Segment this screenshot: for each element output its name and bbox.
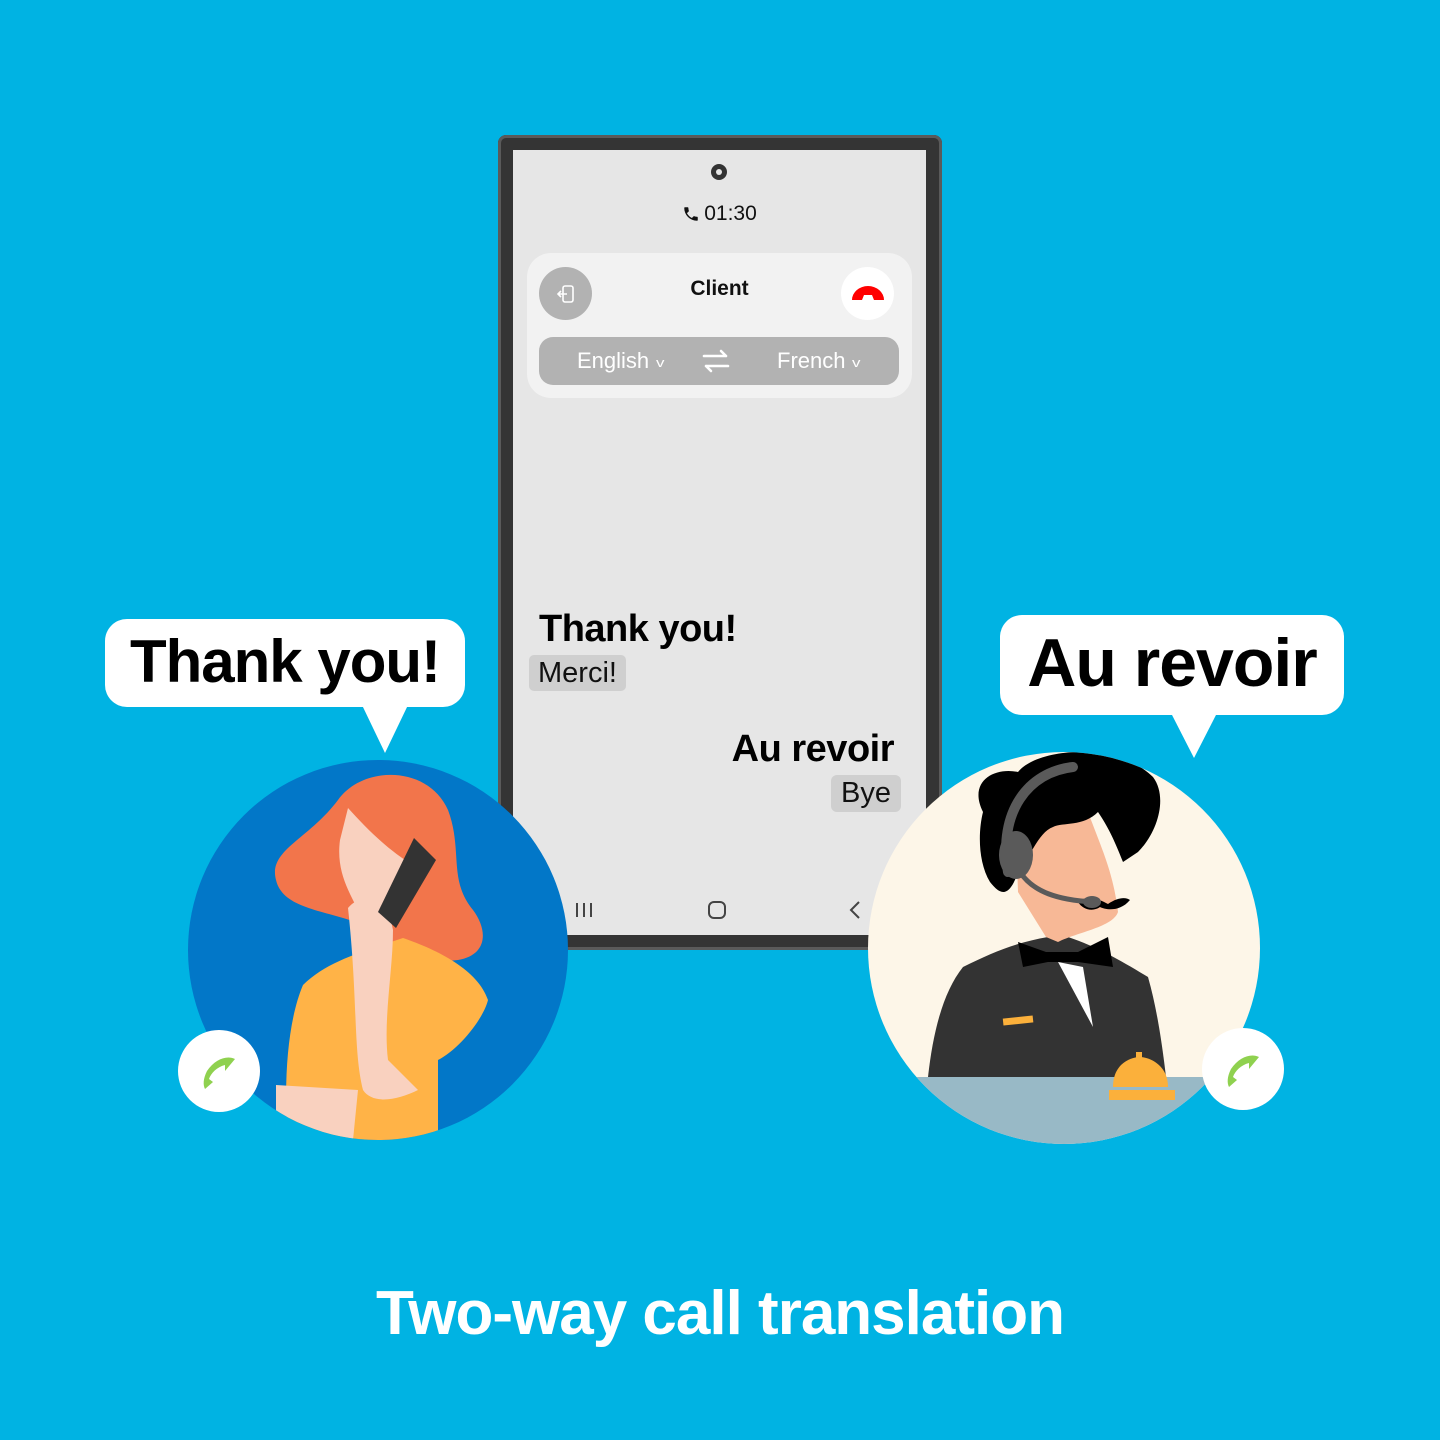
speech-bubble-left: Thank you! [105,619,465,753]
source-language-select[interactable]: English v [577,337,665,385]
speech-bubble-right: Au revoir [1000,615,1344,758]
source-language-label: English [577,348,650,373]
call-card: Client English v French v [527,253,912,398]
service-bell-knob [1136,1052,1142,1058]
end-call-button[interactable] [841,267,894,320]
back-icon [849,901,860,919]
service-bell-base [1109,1090,1175,1100]
call-timer: 01:30 [513,202,926,226]
call-badge-left [178,1030,260,1112]
home-icon [708,901,726,919]
target-language-select[interactable]: French v [777,337,861,385]
desk [868,1077,1260,1144]
swap-arrows-icon[interactable] [701,347,731,375]
headset-earpiece [999,831,1033,879]
recent-apps-icon [576,903,592,917]
language-bar: English v French v [539,337,899,385]
concierge-illustration [868,752,1260,1144]
headset-mic [1083,896,1101,908]
navigation-bar [513,890,926,930]
message-translation: Merci! [529,655,626,691]
left-arm [276,1085,358,1140]
chevron-down-icon: v [852,354,861,370]
phone-icon [684,207,698,221]
recent-apps-button[interactable] [564,890,604,930]
call-timer-text: 01:30 [704,202,757,225]
camera-icon [711,164,727,180]
home-button[interactable] [697,890,737,930]
incoming-call-icon [203,1057,235,1089]
chevron-down-icon: v [656,354,665,370]
call-badge-right [1202,1028,1284,1110]
phone-screen: 01:30 Client English v French v Thank yo… [513,150,926,935]
incoming-call-icon [1227,1055,1259,1087]
target-language-label: French [777,348,846,373]
end-call-icon [851,285,884,300]
message-original: Thank you! [539,608,737,650]
caption-title: Two-way call translation [375,1279,1065,1348]
